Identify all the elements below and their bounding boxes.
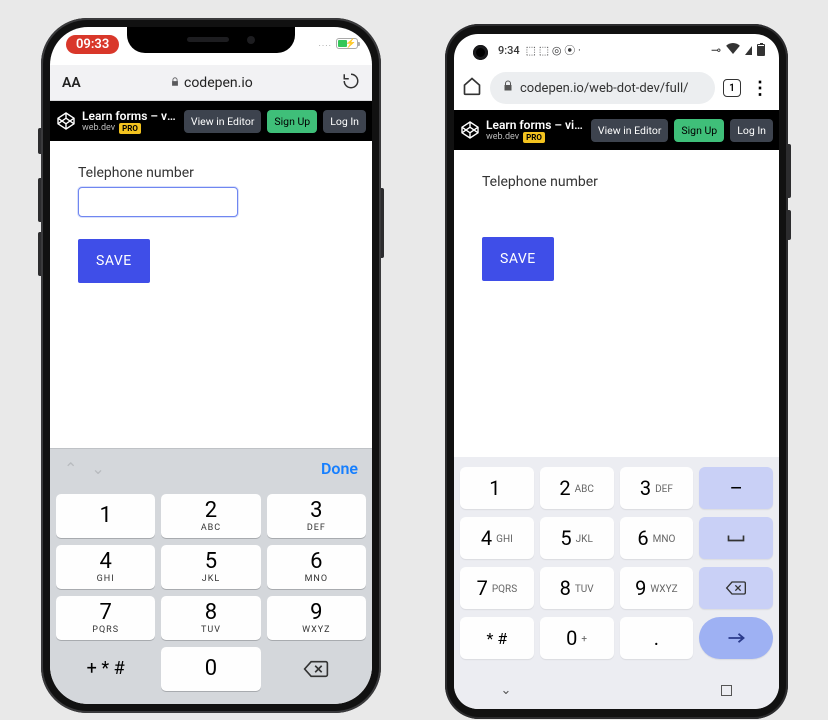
android-nav-bar: ⌄ [458, 677, 775, 703]
home-pill[interactable] [581, 689, 651, 692]
key-5[interactable]: 5JKL [161, 545, 260, 589]
iphone-device-frame: 09:33 .... ⚡ AA codepen.io Lea [41, 18, 381, 713]
ios-status-time: 09:33 [66, 35, 119, 54]
ios-keyboard-accessory: ⌃ ⌄ Done [50, 448, 372, 488]
signup-button[interactable]: Sign Up [267, 110, 317, 133]
key-9[interactable]: 9WXYZ [267, 596, 366, 640]
tabs-button[interactable]: 1 [723, 79, 741, 97]
key-backspace[interactable] [267, 647, 366, 691]
login-button[interactable]: Log In [730, 119, 773, 142]
key-6[interactable]: 6MNO [267, 545, 366, 589]
signal-icon [745, 46, 752, 55]
telephone-label: Telephone number [78, 165, 344, 181]
lock-icon [502, 80, 514, 96]
key-enter[interactable] [699, 617, 773, 659]
keyboard-done-button[interactable]: Done [321, 459, 358, 478]
key-7[interactable]: 7PQRS [460, 567, 534, 609]
next-field-button[interactable]: ⌄ [91, 459, 104, 478]
key-dash[interactable]: – [699, 467, 773, 509]
key-3[interactable]: 3DEF [267, 494, 366, 538]
key-0[interactable]: 0+ [540, 617, 614, 659]
key-7[interactable]: 7PQRS [56, 596, 155, 640]
codepen-top-bar: Learn forms – virt… web.dev PRO View in … [50, 101, 372, 141]
view-in-editor-button[interactable]: View in Editor [591, 119, 668, 142]
lock-icon [170, 75, 180, 91]
key-symbols[interactable]: + * # [56, 647, 155, 691]
iphone-notch [127, 27, 295, 53]
key-symbols[interactable]: * # [460, 617, 534, 659]
android-status-right-icons: ⊸ [711, 43, 765, 57]
key-0[interactable]: 0 [161, 647, 260, 691]
login-button[interactable]: Log In [323, 110, 366, 133]
key-4[interactable]: 4GHI [460, 517, 534, 559]
android-side-button [788, 144, 791, 198]
android-status-time: 9:34 [498, 44, 520, 57]
ios-side-button [38, 178, 41, 222]
pen-title: Learn forms – virt… [82, 109, 178, 123]
wifi-icon [726, 43, 740, 57]
android-url-bar[interactable]: codepen.io/web-dot-dev/full/ [490, 72, 715, 104]
key-4[interactable]: 4GHI [56, 545, 155, 589]
key-8[interactable]: 8TUV [161, 596, 260, 640]
menu-icon[interactable]: ⋮ [749, 78, 771, 99]
key-1[interactable]: 1 [460, 467, 534, 509]
pro-badge: PRO [523, 132, 545, 143]
key-5[interactable]: 5JKL [540, 517, 614, 559]
android-status-notif-icons: ⬚ ⬚ ◎ ⦿ · [526, 42, 581, 58]
pen-author: web.dev [486, 132, 519, 142]
codepen-title[interactable]: Learn forms – virt… web.dev PRO [82, 109, 178, 134]
android-camera-hole [473, 45, 488, 60]
keyboard-hide-button[interactable]: ⌄ [501, 683, 512, 698]
reload-icon[interactable] [342, 72, 360, 94]
key-6[interactable]: 6MNO [620, 517, 694, 559]
battery-icon: ⚡ [336, 38, 358, 49]
android-url-text: codepen.io/web-dot-dev/full/ [520, 81, 689, 96]
android-numeric-keypad: 1 2ABC 3DEF – 4GHI 5JKL 6MNO 7PQRS 8TUV … [454, 457, 779, 709]
ios-side-button [38, 232, 41, 276]
key-space[interactable] [699, 517, 773, 559]
text-size-button[interactable]: AA [62, 75, 81, 91]
vpn-key-icon: ⊸ [711, 43, 721, 57]
key-8[interactable]: 8TUV [540, 567, 614, 609]
key-2[interactable]: 2ABC [540, 467, 614, 509]
codepen-top-bar: Learn forms – virt… web.dev PRO View in … [454, 110, 779, 150]
prev-field-button[interactable]: ⌃ [64, 459, 77, 478]
keyboard-settings-button[interactable] [721, 685, 732, 696]
save-button[interactable]: SAVE [482, 237, 554, 281]
ios-numeric-keypad: 1 2ABC 3DEF 4GHI 5JKL 6MNO 7PQRS 8TUV 9W… [50, 488, 372, 704]
pro-badge: PRO [119, 123, 141, 134]
key-9[interactable]: 9WXYZ [620, 567, 694, 609]
ios-status-battery: .... ⚡ [319, 38, 359, 49]
android-browser-bar: codepen.io/web-dot-dev/full/ 1 ⋮ [454, 66, 779, 110]
pen-content: Telephone number SAVE [50, 141, 372, 307]
signup-button[interactable]: Sign Up [674, 119, 724, 142]
key-period[interactable]: . [620, 617, 694, 659]
ios-side-button [38, 128, 41, 154]
pen-author: web.dev [82, 123, 115, 133]
key-3[interactable]: 3DEF [620, 467, 694, 509]
android-screen: 9:34 ⬚ ⬚ ◎ ⦿ · ⊸ codepen.io/web-dot-dev/… [454, 34, 779, 709]
codepen-title[interactable]: Learn forms – virt… web.dev PRO [486, 118, 585, 143]
battery-icon [757, 44, 765, 56]
key-2[interactable]: 2ABC [161, 494, 260, 538]
android-status-bar: 9:34 ⬚ ⬚ ◎ ⦿ · ⊸ [454, 34, 779, 66]
key-backspace[interactable] [699, 567, 773, 609]
android-side-button [788, 210, 791, 240]
view-in-editor-button[interactable]: View in Editor [184, 110, 261, 133]
ios-url-bar[interactable]: codepen.io [89, 75, 334, 91]
codepen-logo-icon[interactable] [56, 111, 76, 131]
telephone-input[interactable] [78, 187, 238, 217]
ios-browser-bar: AA codepen.io [50, 65, 372, 101]
pen-title: Learn forms – virt… [486, 118, 585, 132]
save-button[interactable]: SAVE [78, 239, 150, 283]
iphone-screen: 09:33 .... ⚡ AA codepen.io Lea [50, 27, 372, 704]
telephone-label: Telephone number [482, 174, 751, 190]
codepen-logo-icon[interactable] [460, 120, 480, 140]
home-icon[interactable] [462, 76, 482, 101]
android-device-frame: 9:34 ⬚ ⬚ ◎ ⦿ · ⊸ codepen.io/web-dot-dev/… [445, 24, 788, 719]
ios-url-text: codepen.io [184, 75, 253, 91]
ios-side-button [381, 188, 384, 258]
key-1[interactable]: 1 [56, 494, 155, 538]
pen-content: Telephone number SAVE [454, 150, 779, 305]
